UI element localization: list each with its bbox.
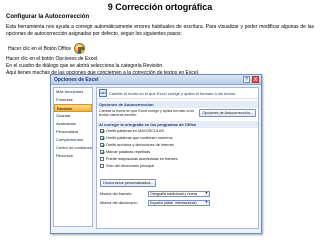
checkbox-repeated-words[interactable] bbox=[100, 150, 104, 155]
checkbox-row[interactable]: Puede mayúsculas acentuadas en francés bbox=[97, 156, 258, 163]
instruction-1-text: Hacer clic en el Botón Office bbox=[8, 45, 71, 52]
checkbox-ignore-numbers[interactable] bbox=[100, 136, 104, 141]
checkbox-main-dictionary[interactable] bbox=[100, 164, 104, 169]
custom-dictionaries-button[interactable]: Diccionarios personalizados... bbox=[100, 178, 157, 187]
category-nav: Más frecuentes Fórmulas Revisión Guardar… bbox=[53, 87, 93, 227]
excel-options-dialog: Opciones de Excel ? X Más frecuentes Fór… bbox=[50, 74, 262, 234]
instruction-office-button: Hacer clic en el Botón Office bbox=[8, 43, 85, 54]
checkbox-label: Omitir archivos y direcciones de Interne… bbox=[106, 143, 174, 148]
checkbox-label: Omitir palabras en MAYÚSCULAS bbox=[106, 129, 164, 134]
nav-item-revision[interactable]: Revisión bbox=[54, 104, 92, 112]
spelling-abc-icon: ABC bbox=[99, 89, 107, 97]
office-spelling-section-title: Al corregir la ortografía en los program… bbox=[97, 120, 258, 128]
dialog-body: Más frecuentes Fórmulas Revisión Guardar… bbox=[51, 85, 261, 233]
checkbox-label: Omitir palabras que contienen números bbox=[106, 136, 173, 141]
close-button[interactable]: X bbox=[252, 76, 259, 83]
dialog-titlebar: Opciones de Excel ? X bbox=[51, 75, 261, 85]
instruction-3-text: En el cuadro de diálogo que se abrirá se… bbox=[6, 63, 164, 69]
checkbox-label: Sólo del diccionario principal bbox=[106, 164, 155, 169]
checkbox-label: Marcar palabras repetidas bbox=[106, 150, 151, 155]
checkbox-row[interactable]: Marcar palabras repetidas bbox=[97, 149, 258, 156]
nav-item-avanzadas[interactable]: Avanzadas bbox=[54, 120, 92, 128]
office-button-icon[interactable] bbox=[74, 43, 85, 54]
autocorrect-section-title: Opciones de Autocorrección bbox=[97, 101, 258, 108]
checkbox-label: Puede mayúsculas acentuadas en francés bbox=[106, 157, 178, 162]
nav-item-guardar[interactable]: Guardar bbox=[54, 112, 92, 120]
intro-paragraph: Esta herramienta nos ayuda a corregir au… bbox=[6, 24, 314, 37]
dictionary-language-row: Idioma del diccionario: Español (alfab. … bbox=[97, 199, 258, 208]
autocorrect-options-button[interactable]: Opciones de Autocorrección... bbox=[199, 109, 256, 118]
checkbox-french-accents[interactable] bbox=[100, 157, 104, 162]
revision-panel: ABC Cambie el modo en el que Excel corri… bbox=[96, 87, 259, 229]
panel-header: ABC Cambie el modo en el que Excel corri… bbox=[97, 88, 258, 99]
panel-header-text: Cambie el modo en el que Excel corrige y… bbox=[109, 90, 236, 96]
autocorrect-row: Cambie la forma en que Excel corrige y a… bbox=[97, 108, 258, 119]
nav-item-recursos[interactable]: Recursos bbox=[54, 152, 92, 160]
nav-item-formulas[interactable]: Fórmulas bbox=[54, 96, 92, 104]
section-heading: Configurar la Autocorrección bbox=[6, 14, 90, 20]
nav-item-personalizar[interactable]: Personalizar bbox=[54, 128, 92, 136]
dictionary-language-label: Idioma del diccionario: bbox=[100, 201, 138, 206]
nav-item-mas-frecuentes[interactable]: Más frecuentes bbox=[54, 88, 92, 96]
nav-item-complementos[interactable]: Complementos bbox=[54, 136, 92, 144]
nav-item-centro-confianza[interactable]: Centro de confianza bbox=[54, 144, 92, 152]
instruction-2-text: Hacer clic en el botón Opciones de Excel… bbox=[6, 56, 99, 62]
french-modes-row: Modos del francés: Ortografía tradiciona… bbox=[97, 190, 258, 199]
checkbox-row[interactable]: Omitir archivos y direcciones de Interne… bbox=[97, 142, 258, 149]
french-modes-label: Modos del francés: bbox=[100, 192, 133, 197]
help-button[interactable]: ? bbox=[243, 76, 250, 83]
autocorrect-description: Cambie la forma en que Excel corrige y a… bbox=[99, 109, 195, 118]
checkbox-ignore-uppercase[interactable] bbox=[100, 129, 104, 134]
page-title: 9 Corrección ortográfica bbox=[107, 2, 213, 12]
custom-dictionaries-row: Diccionarios personalizados... bbox=[97, 170, 258, 190]
checkbox-row[interactable]: Omitir palabras en MAYÚSCULAS bbox=[97, 128, 258, 135]
checkbox-row[interactable]: Sólo del diccionario principal bbox=[97, 163, 258, 170]
french-modes-select[interactable]: Ortografía tradicional y nueva bbox=[148, 191, 210, 198]
checkbox-row[interactable]: Omitir palabras que contienen números bbox=[97, 135, 258, 142]
dictionary-language-select[interactable]: Español (alfab. internacional) bbox=[148, 200, 210, 207]
checkbox-ignore-internet[interactable] bbox=[100, 143, 104, 148]
dialog-title: Opciones de Excel bbox=[54, 76, 99, 83]
